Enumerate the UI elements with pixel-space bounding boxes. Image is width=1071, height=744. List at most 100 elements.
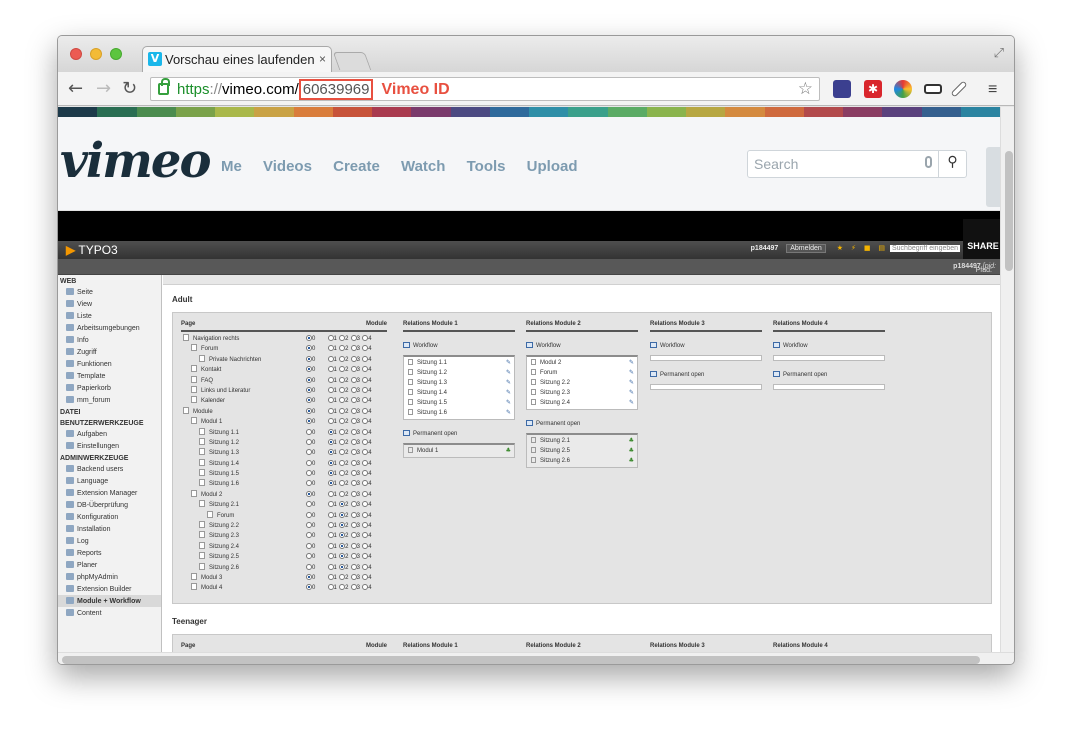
minimize-window-button[interactable] <box>90 48 102 60</box>
menu-item[interactable]: Installation <box>58 523 161 535</box>
typo3-search-input[interactable]: Suchbegriff eingeben <box>890 245 960 252</box>
rel3-permanent-list[interactable] <box>650 384 762 390</box>
relation-item[interactable]: Sitzung 2.3 ✎ <box>527 388 637 398</box>
side-tab[interactable] <box>986 147 1000 207</box>
tree-icon[interactable]: ♣ <box>629 456 634 466</box>
rel2-workflow-list[interactable]: Modul 2 ✎ Forum ✎ Sitzung 2.2 ✎ Sitzung 2.3 ✎ Si… <box>526 355 638 410</box>
menu-item[interactable]: Extension Builder <box>58 583 161 595</box>
vertical-scroll-thumb[interactable] <box>1005 151 1013 271</box>
address-bar[interactable]: https://vimeo.com/60639969 Vimeo ID ☆ <box>150 77 820 101</box>
relation-item[interactable]: Modul 2 ✎ <box>527 358 637 368</box>
menu-item[interactable]: Language <box>58 475 161 487</box>
nav-tools[interactable]: Tools <box>467 158 506 175</box>
relation-item[interactable]: Sitzung 1.4 ✎ <box>404 388 514 398</box>
edit-icon[interactable]: ✎ <box>506 378 511 388</box>
flash-icon[interactable]: ⚡ <box>851 244 856 252</box>
tab-active[interactable]: V Vorschau eines laufenden × <box>142 46 332 72</box>
rel1-workflow-list[interactable]: Sitzung 1.1 ✎ Sitzung 1.2 ✎ Sitzung 1.3 ✎ Sitz… <box>403 355 515 420</box>
menu-icon[interactable]: ≡ <box>988 81 997 99</box>
menu-item[interactable]: Info <box>58 334 161 346</box>
rel2-permanent-list[interactable]: Sitzung 2.1 ♣ Sitzung 2.5 ♣ Sitzung 2.6 ♣ <box>526 433 638 468</box>
vimeo-logo[interactable]: vimeo <box>60 133 211 189</box>
menu-item[interactable]: Konfiguration <box>58 511 161 523</box>
tree-icon[interactable]: ♣ <box>629 446 634 456</box>
new-tab-button[interactable] <box>332 52 372 70</box>
fullscreen-icon[interactable]: ⤢ <box>994 45 1004 61</box>
edit-icon[interactable]: ✎ <box>629 378 634 388</box>
eyedropper-icon[interactable] <box>950 80 968 98</box>
relation-item[interactable]: Sitzung 1.3 ✎ <box>404 378 514 388</box>
menu-item[interactable]: phpMyAdmin <box>58 571 161 583</box>
nav-videos[interactable]: Videos <box>263 158 312 175</box>
tree-icon[interactable]: ♣ <box>506 446 511 456</box>
edit-icon[interactable]: ✎ <box>506 398 511 408</box>
edit-icon[interactable]: ✎ <box>629 388 634 398</box>
horizontal-scroll-thumb[interactable] <box>62 656 980 664</box>
menu-item[interactable]: Module + Workflow <box>58 595 161 607</box>
forward-icon[interactable]: → <box>96 78 111 99</box>
opendocs-icon[interactable]: ▤ <box>878 244 885 252</box>
rel1-permanent-list[interactable]: Modul 1 ♣ <box>403 443 515 458</box>
menu-item[interactable]: Extension Manager <box>58 487 161 499</box>
typo3-user[interactable]: p184497 <box>751 245 779 252</box>
horizontal-scrollbar[interactable] <box>58 652 1014 664</box>
zoom-window-button[interactable] <box>110 48 122 60</box>
menu-item[interactable]: Log <box>58 535 161 547</box>
extension-icon-1[interactable] <box>833 80 851 98</box>
relation-item[interactable]: Sitzung 1.6 ✎ <box>404 408 514 418</box>
menu-group-3[interactable]: Adminwerkzeuge <box>58 452 161 463</box>
relation-item[interactable]: Sitzung 1.2 ✎ <box>404 368 514 378</box>
relation-item[interactable]: Forum ✎ <box>527 368 637 378</box>
search-icon[interactable]: ⚲ <box>938 151 966 177</box>
menu-item[interactable]: Liste <box>58 310 161 322</box>
menu-item[interactable]: Funktionen <box>58 358 161 370</box>
incognito-icon[interactable] <box>924 84 942 94</box>
lastpass-icon[interactable]: ✱ <box>864 80 882 98</box>
menu-item[interactable]: Arbeitsumgebungen <box>58 322 161 334</box>
menu-item[interactable]: Reports <box>58 547 161 559</box>
nav-create[interactable]: Create <box>333 158 380 175</box>
close-window-button[interactable] <box>70 48 82 60</box>
menu-item[interactable]: View <box>58 298 161 310</box>
menu-group-0[interactable]: Web <box>58 275 161 286</box>
nav-me[interactable]: Me <box>221 158 242 175</box>
edit-icon[interactable]: ✎ <box>629 398 634 408</box>
nav-watch[interactable]: Watch <box>401 158 445 175</box>
menu-item[interactable]: Einstellungen <box>58 440 161 452</box>
menu-item[interactable]: Template <box>58 370 161 382</box>
vertical-scrollbar[interactable] <box>1000 107 1014 652</box>
rel4-permanent-list[interactable] <box>773 384 885 390</box>
relation-item[interactable]: Sitzung 2.4 ✎ <box>527 398 637 408</box>
menu-group-2[interactable]: Benutzerwerkzeuge <box>58 417 161 428</box>
menu-item[interactable]: DB-Überprüfung <box>58 499 161 511</box>
menu-item[interactable]: Content <box>58 607 161 619</box>
nav-upload[interactable]: Upload <box>527 158 578 175</box>
relation-item[interactable]: Sitzung 1.1 ✎ <box>404 358 514 368</box>
menu-item[interactable]: Seite <box>58 286 161 298</box>
edit-icon[interactable]: ✎ <box>629 358 634 368</box>
relation-item[interactable]: Modul 1 ♣ <box>404 446 514 456</box>
edit-icon[interactable]: ✎ <box>506 408 511 418</box>
edit-icon[interactable]: ✎ <box>629 368 634 378</box>
menu-item[interactable]: Planer <box>58 559 161 571</box>
relation-item[interactable]: Sitzung 2.1 ♣ <box>527 436 637 446</box>
back-icon[interactable]: ← <box>68 78 83 99</box>
color-wheel-icon[interactable] <box>894 80 912 98</box>
edit-icon[interactable]: ✎ <box>506 368 511 378</box>
tree-icon[interactable]: ♣ <box>629 436 634 446</box>
menu-group-1[interactable]: Datei <box>58 406 161 417</box>
menu-item[interactable]: mm_forum <box>58 394 161 406</box>
menu-item[interactable]: Backend users <box>58 463 161 475</box>
relation-item[interactable]: Sitzung 2.6 ♣ <box>527 456 637 466</box>
microphone-icon[interactable] <box>925 156 932 168</box>
logout-button[interactable]: Abmelden <box>786 244 826 253</box>
edit-icon[interactable]: ✎ <box>506 388 511 398</box>
edit-icon[interactable]: ✎ <box>506 358 511 368</box>
share-button[interactable]: SHARE <box>963 219 1000 259</box>
rel4-workflow-list[interactable] <box>773 355 885 361</box>
vimeo-search-input[interactable]: Search ⚲ <box>747 150 967 178</box>
relation-item[interactable]: Sitzung 2.5 ♣ <box>527 446 637 456</box>
bookmark-star-icon[interactable]: ☆ <box>798 79 813 99</box>
menu-item[interactable]: Zugriff <box>58 346 161 358</box>
workspace-icon[interactable]: ■ <box>864 244 871 252</box>
